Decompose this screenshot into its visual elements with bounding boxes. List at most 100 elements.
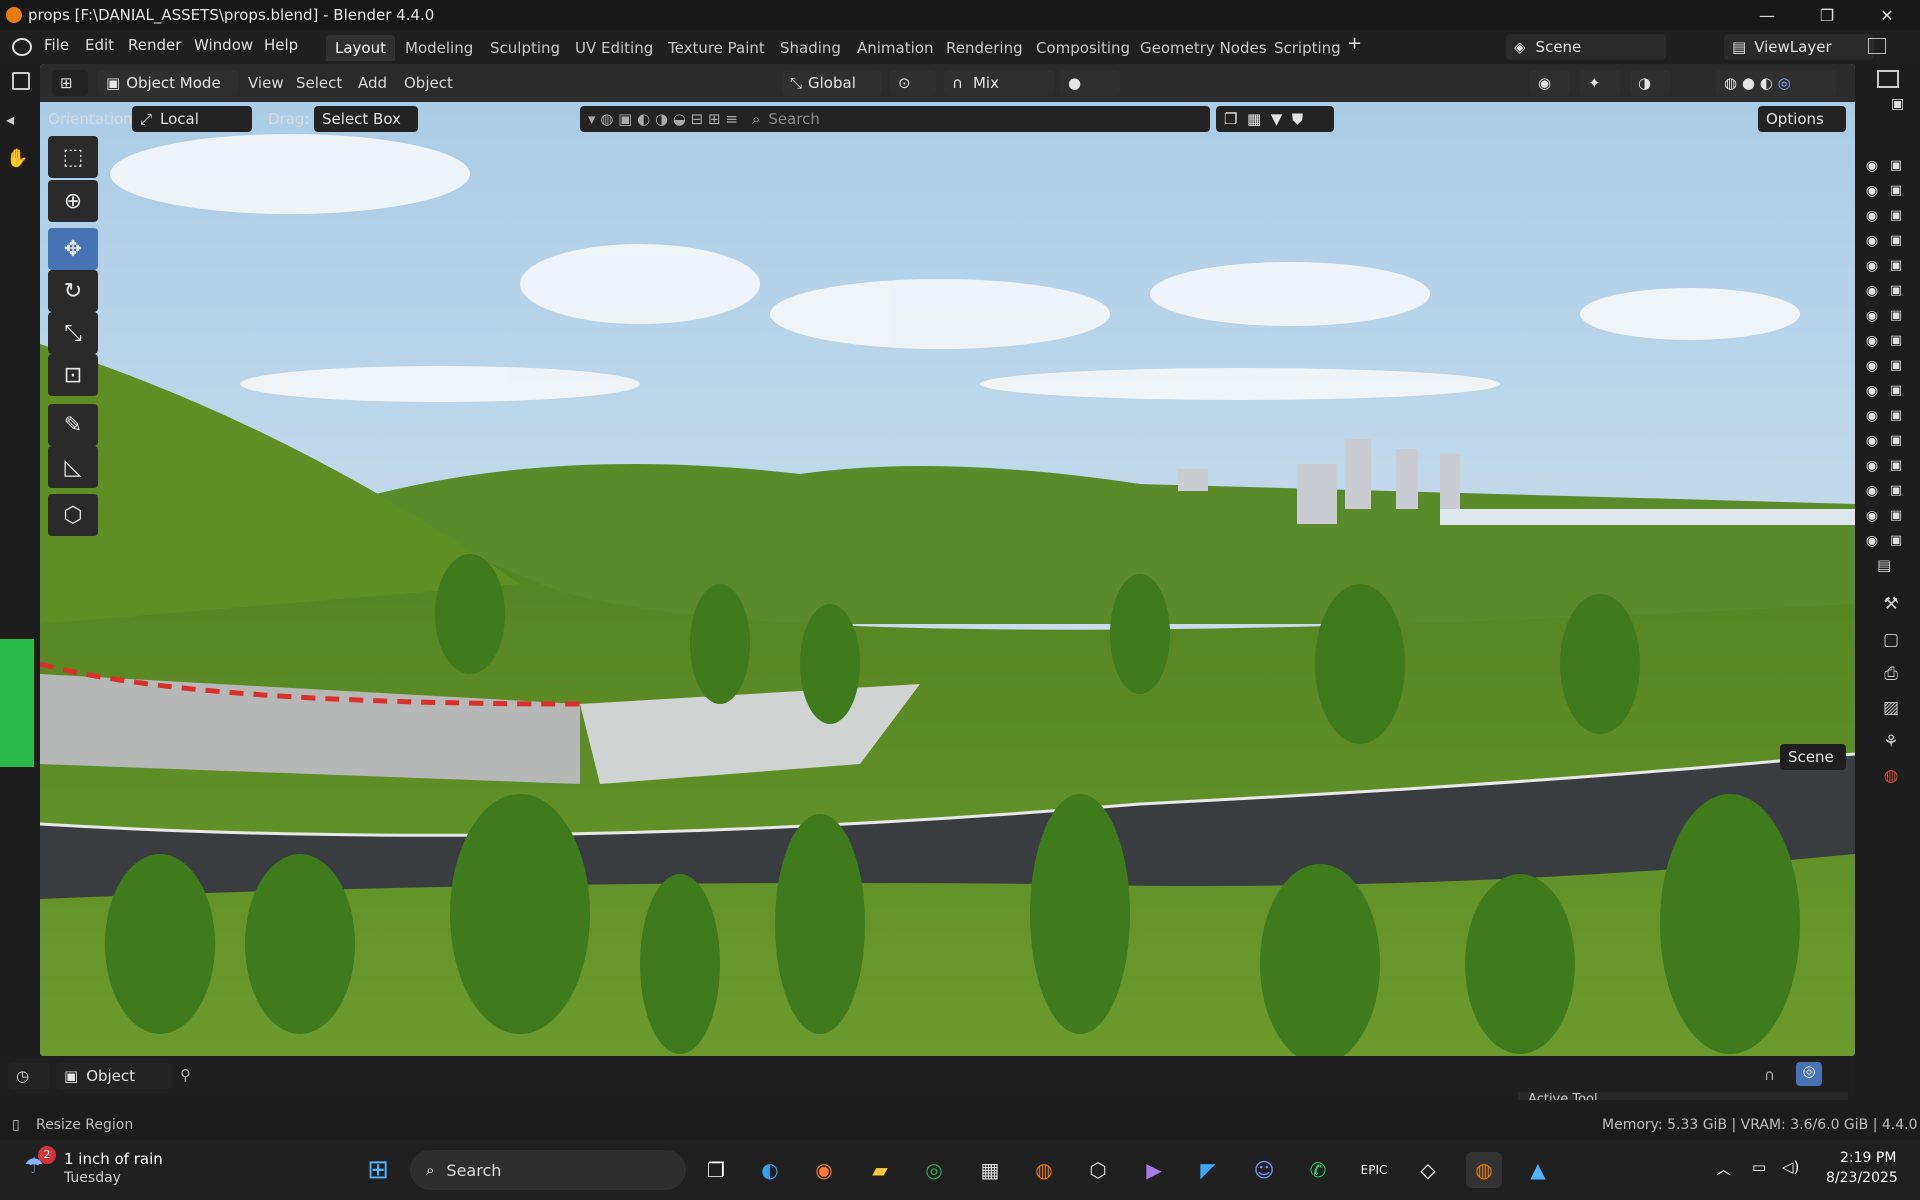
tab-scripting[interactable]: Scripting xyxy=(1265,35,1350,61)
pin-icon[interactable]: ⚲ xyxy=(180,1066,191,1084)
visibility-eye-icon[interactable]: ◉ xyxy=(1863,408,1881,426)
annotate-tool[interactable]: ✎ xyxy=(48,404,98,446)
render-properties-tab[interactable]: ▢ xyxy=(1877,630,1905,658)
menu-file[interactable]: File xyxy=(44,36,69,54)
mode-dropdown[interactable]: ▣ Object Mode xyxy=(98,70,238,96)
menu-object[interactable]: Object xyxy=(404,74,453,92)
tab-modeling[interactable]: Modeling xyxy=(396,35,482,61)
funnel-filter-icon[interactable]: ▼ xyxy=(1271,110,1283,128)
filter-buttons[interactable]: ❐ ▦ ▼ ⛊ xyxy=(1216,106,1334,132)
unity-icon[interactable]: ⬡ xyxy=(1080,1152,1116,1188)
tab-rendering[interactable]: Rendering xyxy=(937,35,1032,61)
clock-time[interactable]: 2:19 PM xyxy=(1840,1150,1896,1166)
menu-edit[interactable]: Edit xyxy=(85,36,114,54)
snap-timeline-icon[interactable]: ∩ xyxy=(1764,1066,1775,1084)
options-dropdown[interactable]: Options xyxy=(1758,106,1846,132)
transform-orientation-dropdown[interactable]: ⤡ Global xyxy=(782,70,882,96)
scene-properties-tab[interactable]: ⚘ xyxy=(1877,732,1905,760)
visibility-eye-icon[interactable]: ◉ xyxy=(1863,258,1881,276)
filter-type-icons[interactable]: ▾ ◍ ▣ ◐ ◑ ◒ ⊟ ⊞ ≡ xyxy=(588,110,738,128)
minimize-button[interactable]: — xyxy=(1740,0,1794,30)
active-tool-panel[interactable]: Active Tool xyxy=(1518,1092,1848,1100)
visibility-eye-icon[interactable]: ◉ xyxy=(1863,458,1881,476)
render-camera-icon[interactable]: ▣ xyxy=(1887,158,1905,176)
scene-selector[interactable]: ◈ Scene xyxy=(1506,34,1666,60)
render-camera-icon[interactable]: ▣ xyxy=(1887,233,1905,251)
app-launcher-icon[interactable]: ◇ xyxy=(1410,1152,1446,1188)
chrome-icon[interactable]: ◎ xyxy=(916,1152,952,1188)
rendered-shading-icon[interactable]: ◎ xyxy=(1778,74,1791,92)
tab-animation[interactable]: Animation xyxy=(848,35,942,61)
visibility-eye-icon[interactable]: ◉ xyxy=(1863,208,1881,226)
photos-icon[interactable]: ▲ xyxy=(1520,1152,1556,1188)
visibility-eye-icon[interactable]: ◉ xyxy=(1863,433,1881,451)
render-camera-icon[interactable]: ▣ xyxy=(1887,508,1905,526)
render-camera-icon[interactable]: ▣ xyxy=(1887,483,1905,501)
visibility-dropdown[interactable]: ◉ xyxy=(1530,70,1570,96)
wireframe-shading-icon[interactable]: ◍ xyxy=(1724,74,1737,92)
search-input[interactable]: Search xyxy=(768,110,820,128)
collapse-arrow-icon[interactable]: ◂ xyxy=(6,110,14,129)
render-camera-icon[interactable]: ▣ xyxy=(1887,358,1905,376)
render-camera-icon[interactable]: ▣ xyxy=(1887,258,1905,276)
render-camera-icon[interactable]: ▣ xyxy=(1887,533,1905,551)
visibility-eye-icon[interactable]: ◉ xyxy=(1863,283,1881,301)
tab-sculpting[interactable]: Sculpting xyxy=(481,35,569,61)
timeline-mode-dropdown[interactable]: ▣ Object xyxy=(56,1063,172,1089)
render-camera-icon[interactable]: ▣ xyxy=(1887,433,1905,451)
view-layer-properties-tab[interactable]: ▨ xyxy=(1877,698,1905,726)
layout-icon[interactable]: ▦ xyxy=(1247,110,1261,128)
editor-type-button[interactable]: ⊞ xyxy=(52,70,88,96)
add-workspace-button[interactable]: + xyxy=(1347,33,1362,54)
visibility-eye-icon[interactable]: ◉ xyxy=(1863,533,1881,551)
scale-tool[interactable]: ⤡ xyxy=(48,312,98,354)
render-camera-icon[interactable]: ▣ xyxy=(1887,333,1905,351)
visibility-eye-icon[interactable]: ◉ xyxy=(1863,233,1881,251)
visual-studio-icon[interactable]: ▶ xyxy=(1136,1152,1172,1188)
visibility-eye-icon[interactable]: ◉ xyxy=(1863,333,1881,351)
view-layer-selector[interactable]: ▤ ViewLayer xyxy=(1724,34,1874,60)
drag-dropdown[interactable]: Select Box xyxy=(314,106,418,132)
blender-menu-icon[interactable] xyxy=(12,38,32,56)
render-camera-icon[interactable]: ▣ xyxy=(1887,458,1905,476)
file-explorer-icon[interactable]: ▰ xyxy=(862,1152,898,1188)
visibility-eye-icon[interactable]: ◉ xyxy=(1863,158,1881,176)
visibility-eye-icon[interactable]: ◉ xyxy=(1863,508,1881,526)
discord-icon[interactable]: ☺ xyxy=(1246,1152,1282,1188)
vscode-icon[interactable]: ◤ xyxy=(1190,1152,1226,1188)
visibility-eye-icon[interactable]: ◉ xyxy=(1863,183,1881,201)
pivot-point-dropdown[interactable]: ⊙ xyxy=(890,70,936,96)
render-camera-icon[interactable]: ▣ xyxy=(1887,208,1905,226)
visibility-eye-icon[interactable]: ◉ xyxy=(1863,358,1881,376)
tray-overflow-icon[interactable]: ︿ xyxy=(1716,1158,1731,1179)
tab-geometry-nodes[interactable]: Geometry Nodes xyxy=(1131,35,1276,61)
menu-view[interactable]: View xyxy=(248,74,284,92)
new-view-layer-icon[interactable] xyxy=(1868,38,1886,54)
close-button[interactable]: ✕ xyxy=(1860,0,1914,30)
gizmo-toggle[interactable]: ✦ xyxy=(1580,70,1620,96)
blender-launcher-icon[interactable]: ◍ xyxy=(1026,1152,1062,1188)
blender-taskbar-icon[interactable]: ◍ xyxy=(1466,1152,1502,1188)
orientation-dropdown[interactable]: ⤢ Local xyxy=(132,106,252,132)
network-icon[interactable]: ▭ xyxy=(1752,1158,1766,1176)
menu-add[interactable]: Add xyxy=(358,74,387,92)
add-cube-tool[interactable]: ⬡ xyxy=(48,494,98,536)
bookmark-icon[interactable]: ❐ xyxy=(1224,110,1237,128)
proportional-edit-toggle[interactable]: ● xyxy=(1060,70,1120,96)
editor-type-icon[interactable] xyxy=(12,72,30,90)
tool-properties-tab[interactable]: ⚒ xyxy=(1877,594,1905,622)
volume-icon[interactable]: ◁) xyxy=(1782,1158,1799,1176)
taskbar-search[interactable]: ⌕ Search xyxy=(410,1150,686,1190)
viewport-scene[interactable] xyxy=(40,64,1855,1056)
tab-layout[interactable]: Layout xyxy=(326,35,395,61)
material-shading-icon[interactable]: ◐ xyxy=(1760,74,1773,92)
weather-title[interactable]: 1 inch of rain xyxy=(64,1150,163,1168)
menu-help[interactable]: Help xyxy=(264,36,298,54)
output-properties-tab[interactable]: ⎙ xyxy=(1877,664,1905,692)
tab-shading[interactable]: Shading xyxy=(771,35,850,61)
properties-editor-icon[interactable]: ▤ xyxy=(1877,556,1905,578)
outliner-editor-icon[interactable] xyxy=(1877,70,1899,88)
select-box-tool[interactable]: ⬚ xyxy=(48,136,98,178)
move-tool[interactable]: ✥ xyxy=(48,228,98,270)
render-camera-icon[interactable]: ▣ xyxy=(1887,308,1905,326)
